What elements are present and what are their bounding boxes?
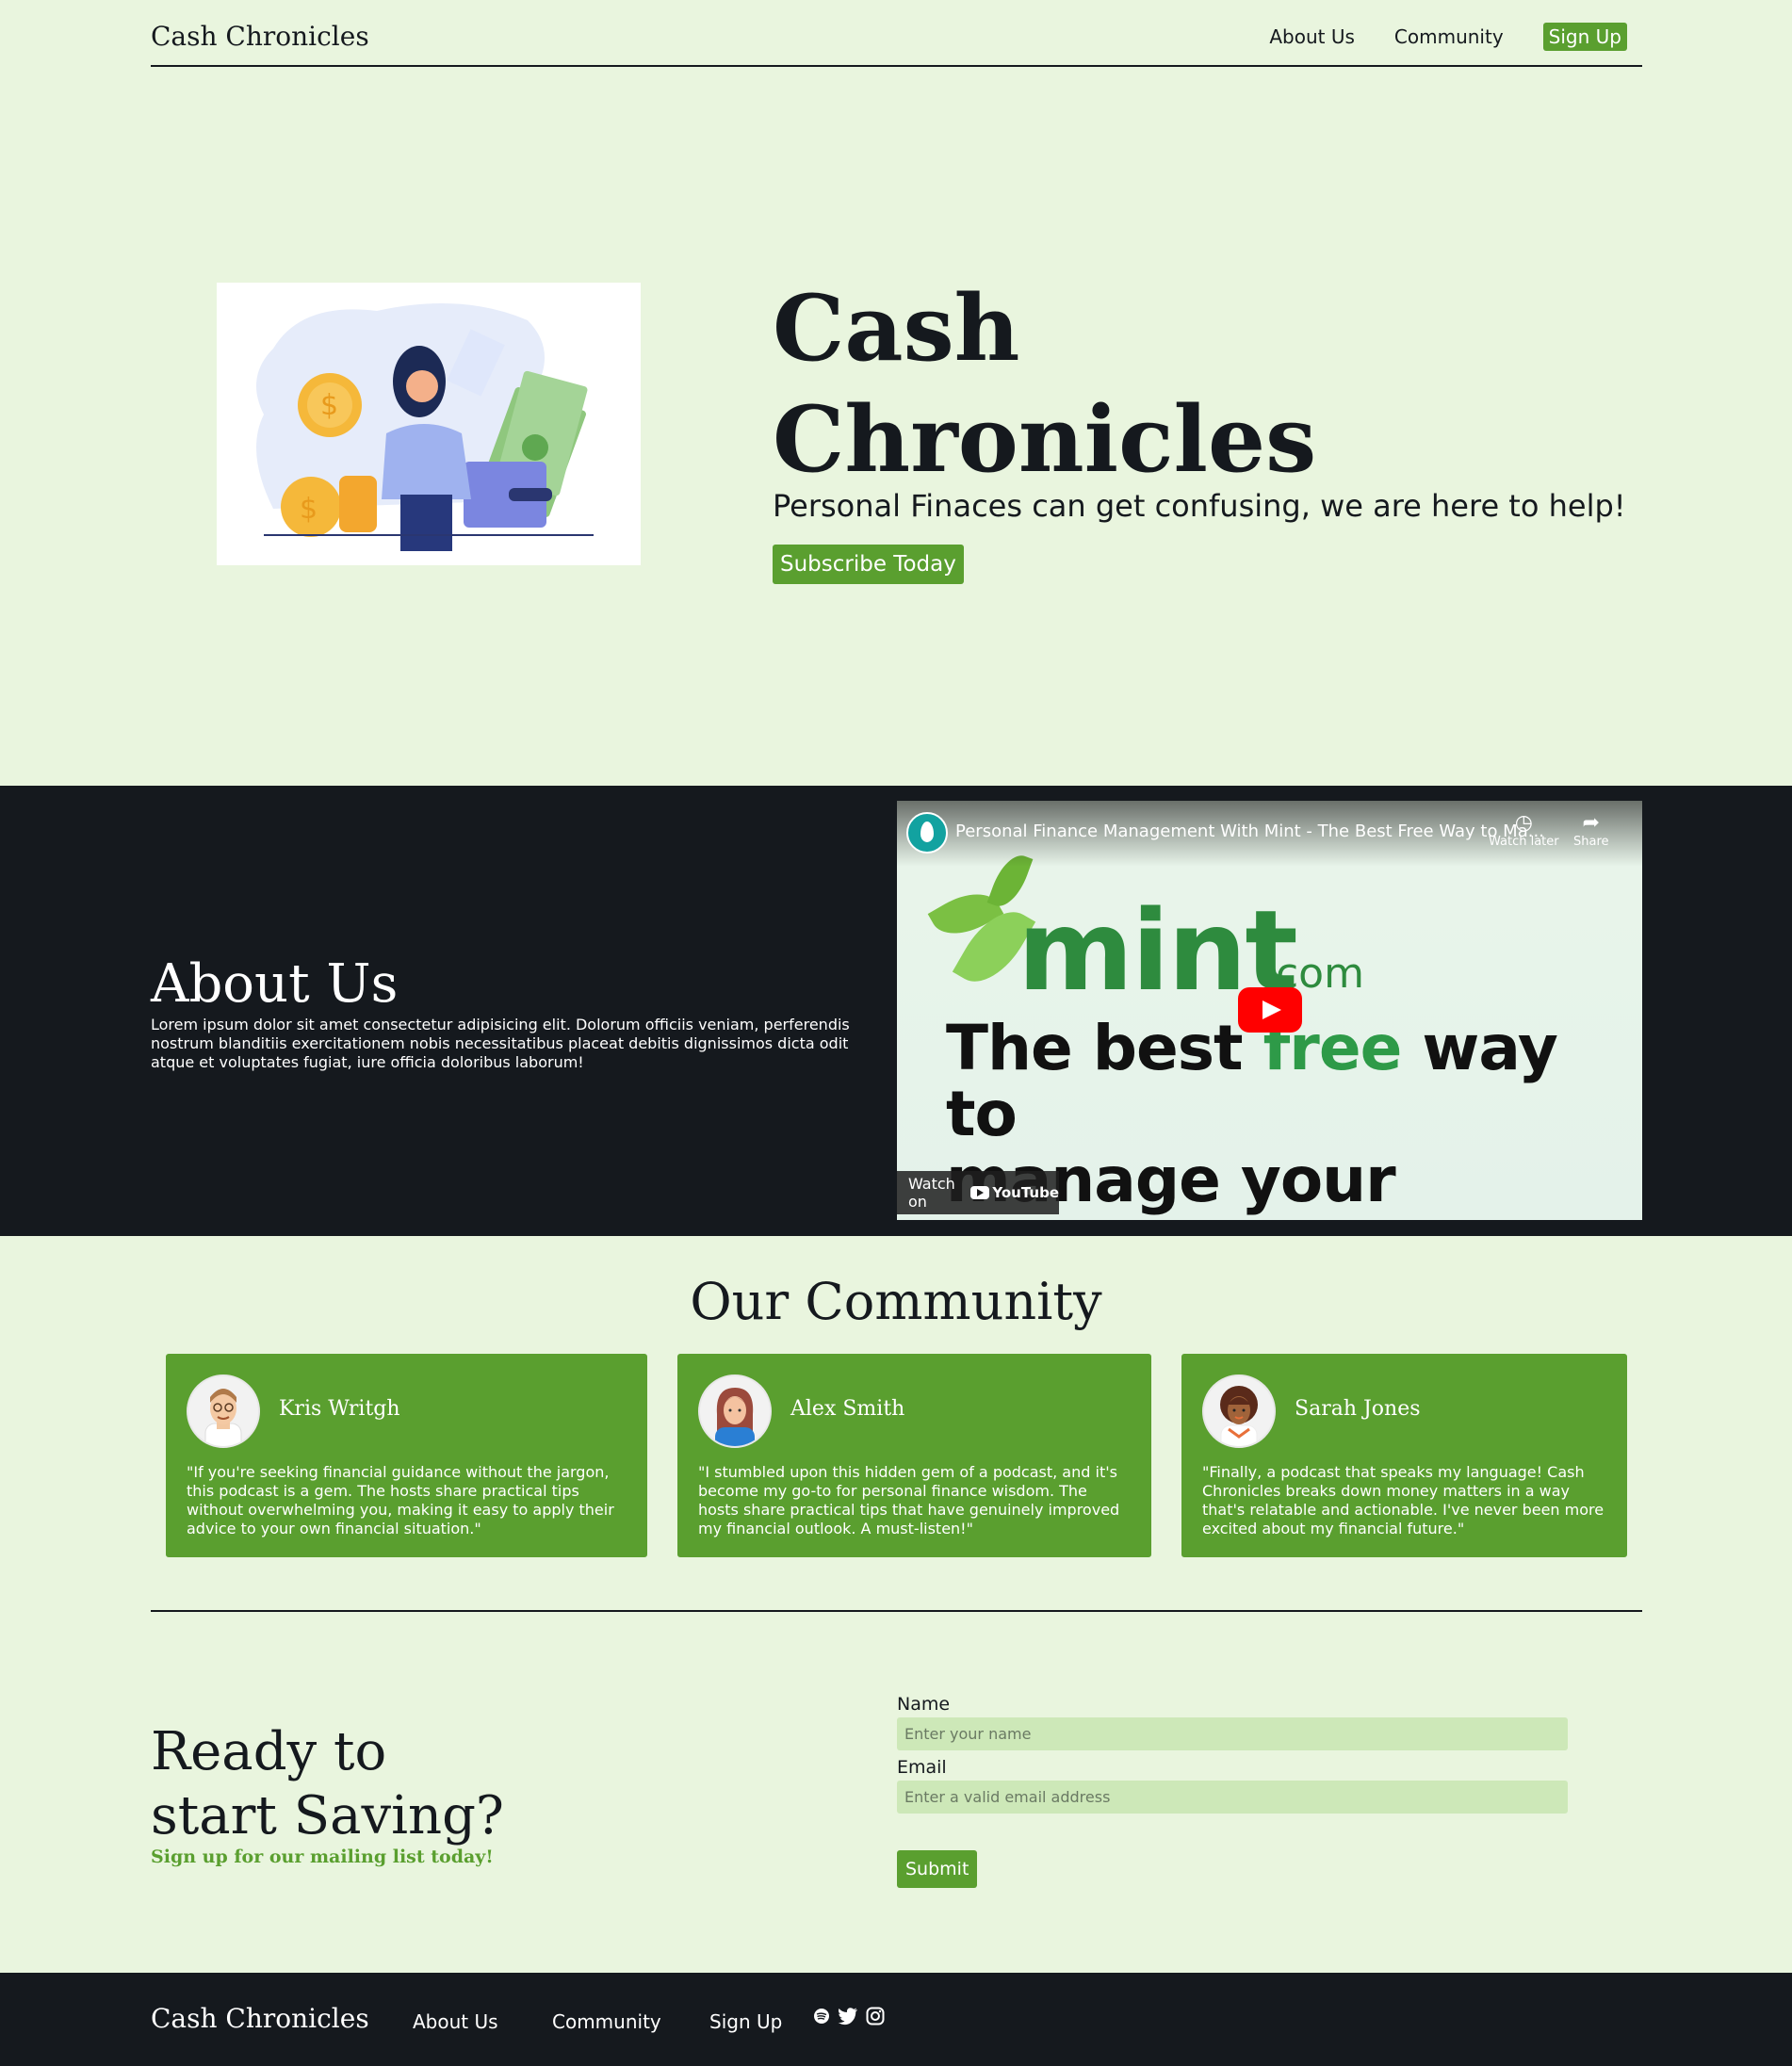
- channel-avatar-icon[interactable]: [906, 812, 948, 854]
- avatar: [698, 1375, 772, 1448]
- about-section: About Us Lorem ipsum dolor sit amet cons…: [0, 786, 1792, 1236]
- signup-heading-line1: Ready to: [151, 1721, 387, 1782]
- footer-link-about[interactable]: About Us: [413, 2010, 498, 2033]
- social-icons: [813, 2007, 885, 2029]
- avatar: [1202, 1375, 1276, 1448]
- footer-link-community[interactable]: Community: [552, 2010, 661, 2033]
- nav-link-about[interactable]: About Us: [1269, 25, 1355, 48]
- testimonial-name: Sarah Jones: [1295, 1397, 1421, 1421]
- watch-on-label: Watch on: [908, 1175, 955, 1211]
- youtube-label: YouTube: [992, 1184, 1059, 1201]
- tagline-pre: The best: [946, 1012, 1263, 1084]
- name-label: Name: [897, 1694, 951, 1715]
- brand-logo[interactable]: Cash Chronicles: [151, 21, 369, 52]
- email-input[interactable]: [897, 1781, 1568, 1814]
- video-embed[interactable]: mint .com The best free way to manage yo…: [897, 801, 1642, 1220]
- footer: Cash Chronicles About Us Community Sign …: [0, 1973, 1792, 2066]
- share-button[interactable]: ➦ Share: [1573, 811, 1609, 850]
- top-nav: Cash Chronicles About Us Community Sign …: [151, 0, 1642, 67]
- hero-title-line1: Cash: [773, 275, 1020, 382]
- testimonial-name: Alex Smith: [790, 1397, 905, 1421]
- hero-title: Cash Chronicles: [773, 273, 1316, 496]
- nav-signup-button[interactable]: Sign Up: [1542, 23, 1627, 51]
- spotify-icon[interactable]: [813, 2008, 830, 2028]
- nav-links: About Us Community Sign Up: [1269, 23, 1627, 51]
- avatar: [187, 1375, 260, 1448]
- name-input[interactable]: [897, 1717, 1568, 1750]
- signup-subtitle: Sign up for our mailing list today!: [151, 1846, 494, 1867]
- play-button[interactable]: [1238, 987, 1302, 1033]
- about-body: Lorem ipsum dolor sit amet consectetur a…: [151, 1016, 850, 1071]
- testimonial-card: Kris Writgh "If you're seeking financial…: [166, 1354, 647, 1557]
- svg-text:$: $: [320, 389, 338, 422]
- testimonial-quote: "I stumbled upon this hidden gem of a po…: [698, 1463, 1120, 1537]
- share-label: Share: [1573, 835, 1609, 849]
- video-title[interactable]: Personal Finance Management With Mint - …: [955, 822, 1544, 841]
- youtube-logo-icon: YouTube: [970, 1184, 1059, 1201]
- email-label: Email: [897, 1757, 947, 1778]
- twitter-icon[interactable]: [838, 2007, 858, 2029]
- signup-heading: Ready to start Saving?: [151, 1720, 504, 1848]
- hero-title-line2: Chronicles: [773, 386, 1317, 493]
- testimonial-quote: "If you're seeking financial guidance wi…: [187, 1463, 614, 1537]
- watch-later-label: Watch later: [1489, 835, 1559, 849]
- about-heading: About Us: [151, 953, 399, 1015]
- footer-link-signup[interactable]: Sign Up: [709, 2010, 782, 2033]
- nav-link-community[interactable]: Community: [1394, 25, 1504, 48]
- submit-button[interactable]: Submit: [897, 1850, 978, 1888]
- testimonial-card: Alex Smith "I stumbled upon this hidden …: [677, 1354, 1151, 1557]
- watch-on-youtube-button[interactable]: Watch on YouTube: [897, 1171, 1059, 1214]
- share-arrow-icon: ➦: [1582, 811, 1600, 835]
- section-divider: [151, 1610, 1642, 1612]
- hero-subtitle: Personal Finaces can get confusing, we a…: [773, 488, 1626, 524]
- testimonial-name: Kris Writgh: [279, 1397, 400, 1421]
- subscribe-button[interactable]: Subscribe Today: [773, 545, 964, 584]
- clock-icon: ◷: [1514, 811, 1533, 835]
- svg-text:$: $: [300, 493, 318, 526]
- instagram-icon[interactable]: [866, 2007, 885, 2029]
- testimonial-card: Sarah Jones "Finally, a podcast that spe…: [1181, 1354, 1627, 1557]
- testimonial-quote: "Finally, a podcast that speaks my langu…: [1202, 1463, 1605, 1537]
- footer-brand[interactable]: Cash Chronicles: [151, 2003, 369, 2034]
- watch-later-button[interactable]: ◷ Watch later: [1489, 811, 1559, 850]
- hero-illustration: $ $: [217, 283, 641, 565]
- signup-heading-line2: start Saving?: [151, 1785, 504, 1846]
- community-heading: Our Community: [690, 1272, 1102, 1331]
